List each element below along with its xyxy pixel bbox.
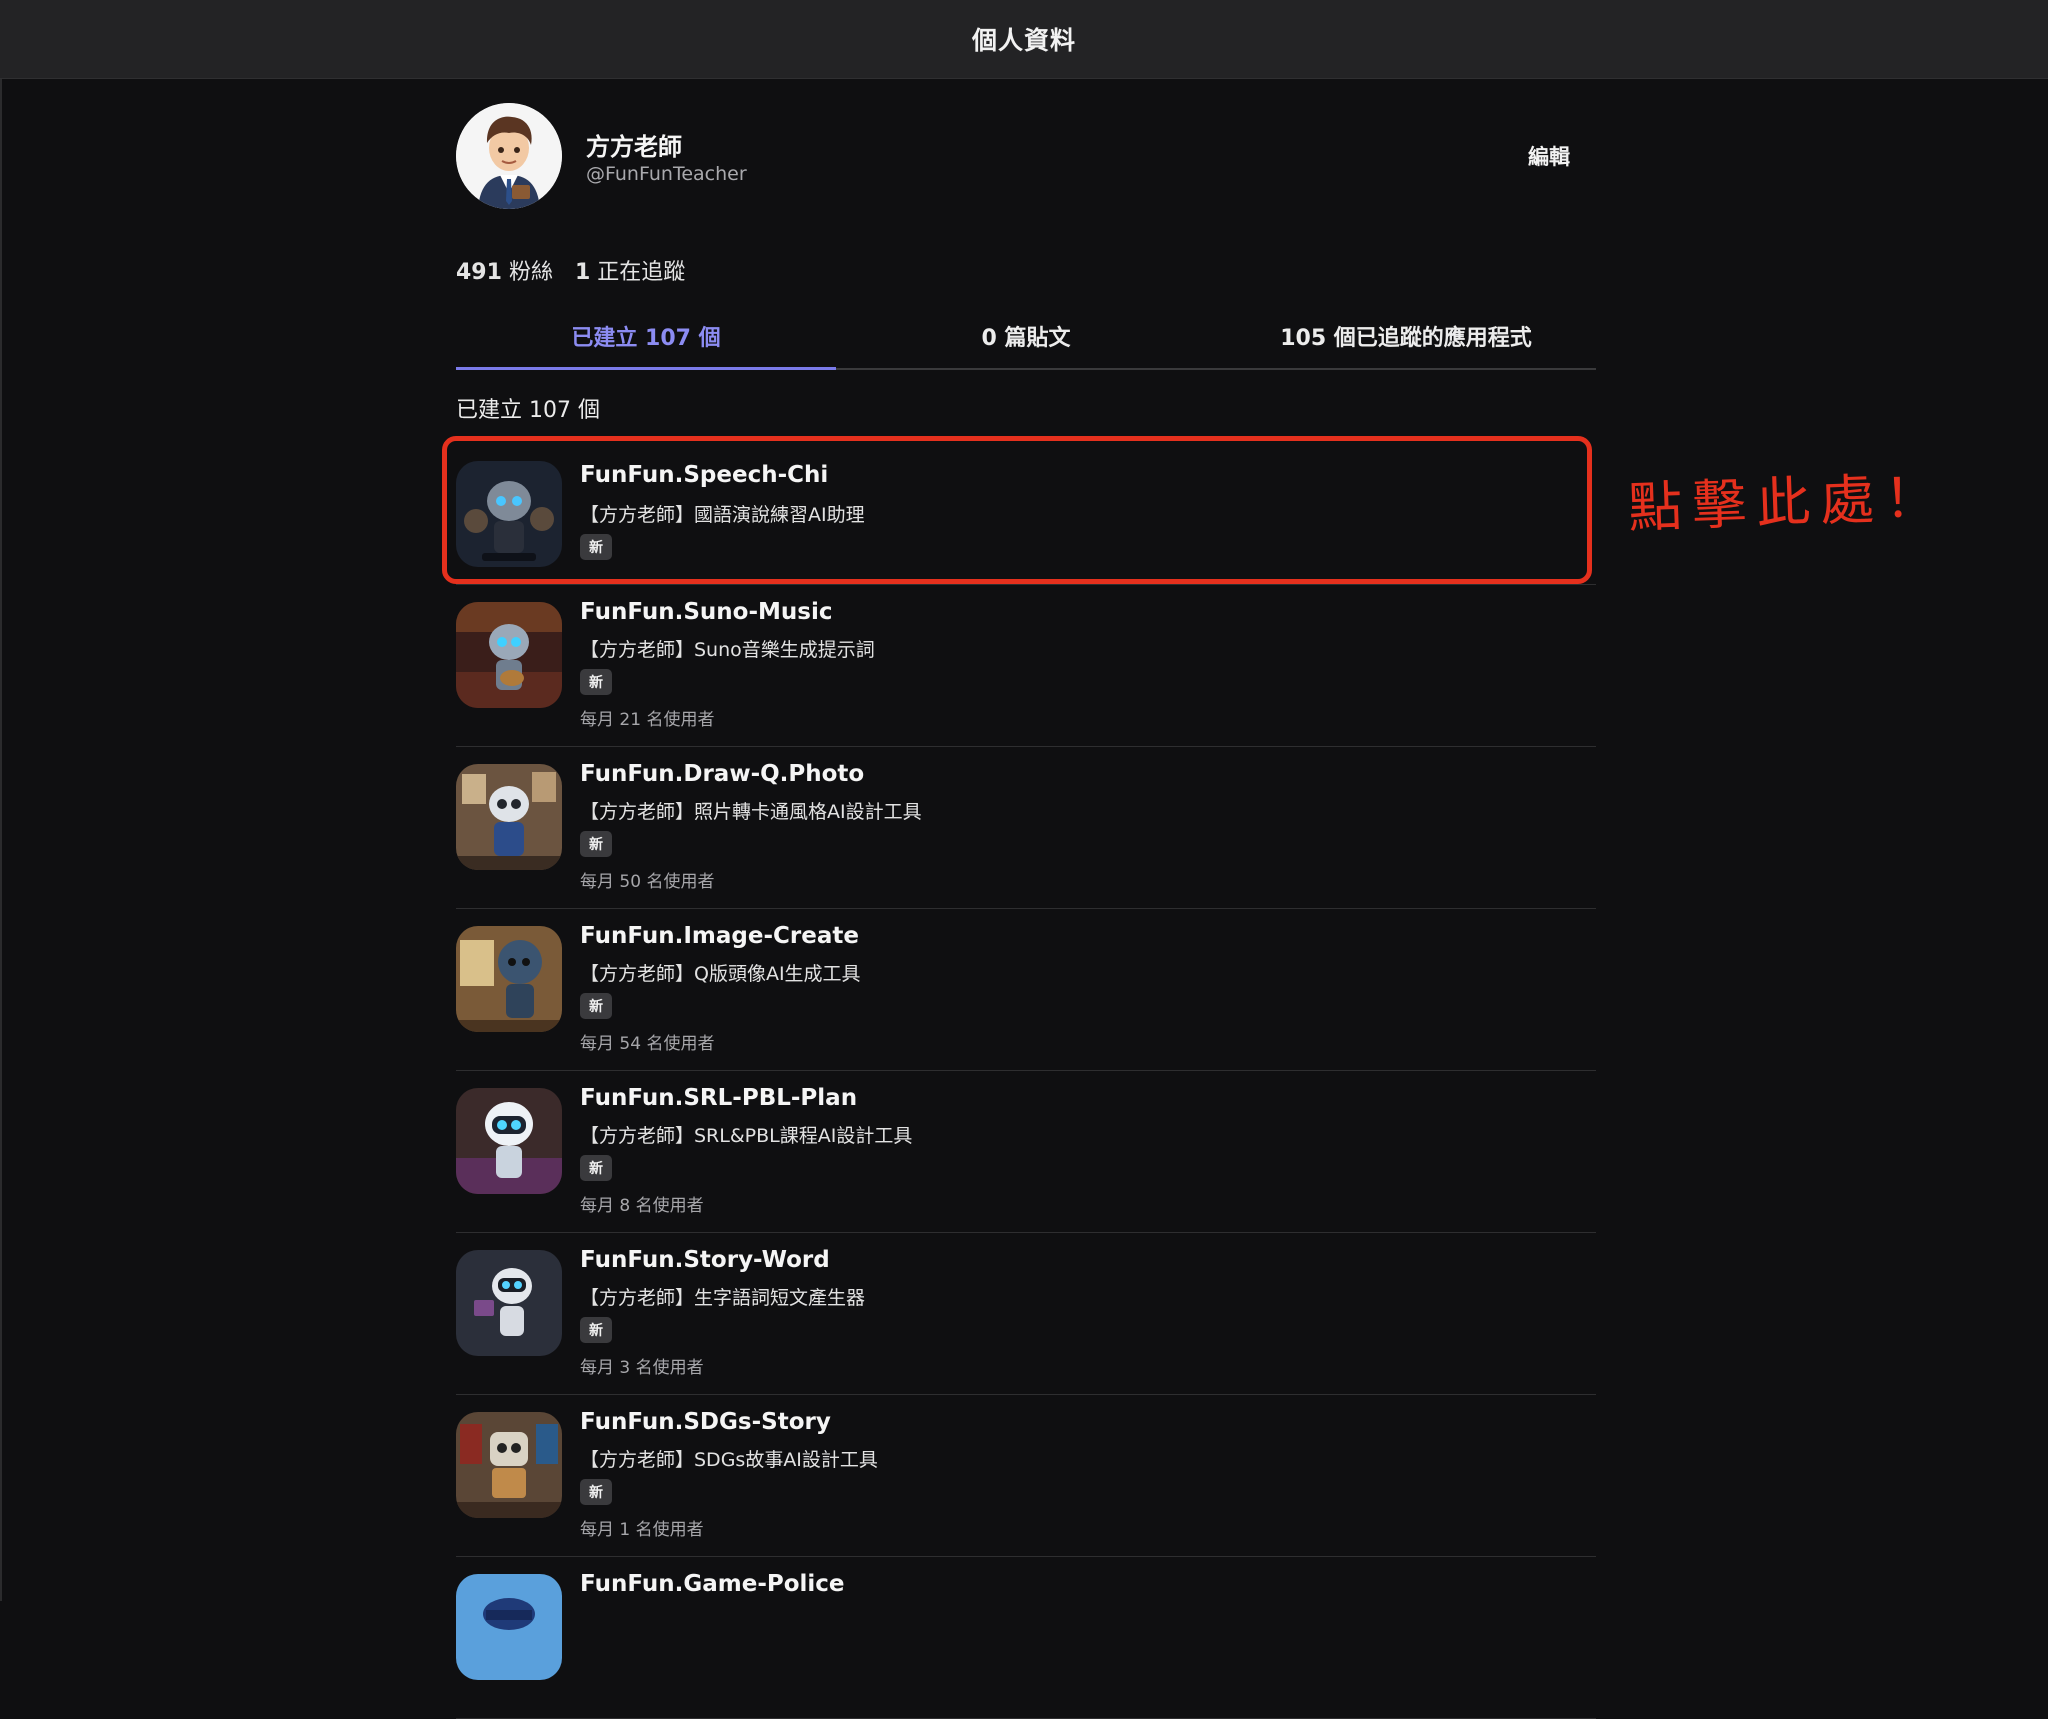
new-badge: 新 [580, 1479, 612, 1505]
planner-robot-icon [456, 1088, 562, 1194]
list-item[interactable]: FunFun.Speech-Chi 【方方老師】國語演說練習AI助理 新 [456, 444, 1596, 585]
app-title: FunFun.Speech-Chi [580, 462, 829, 488]
story-robot-icon [456, 1250, 562, 1356]
click-here-annotation: 點擊此處！ [1627, 465, 1950, 540]
list-item[interactable]: FunFun.Game-Police [456, 1557, 1596, 1719]
new-badge: 新 [580, 669, 612, 695]
teacher-avatar-icon [456, 103, 562, 209]
top-bar: 個人資料 [0, 0, 2048, 79]
new-badge: 新 [580, 993, 612, 1019]
app-thumbnail [456, 461, 562, 567]
profile-name: 方方老師 [586, 133, 682, 161]
sdgs-robot-icon [456, 1412, 562, 1518]
painter-robot-icon [456, 926, 562, 1032]
followers-stat[interactable]: 491 粉絲 [456, 254, 553, 286]
app-description: 【方方老師】生字語詞短文產生器 [580, 1287, 866, 1309]
app-title: FunFun.SRL-PBL-Plan [580, 1085, 858, 1111]
app-title: FunFun.Suno-Music [580, 599, 833, 625]
followers-label: 粉絲 [508, 260, 553, 285]
list-item[interactable]: FunFun.SRL-PBL-Plan 【方方老師】SRL&PBL課程AI設計工… [456, 1071, 1596, 1233]
app-description: 【方方老師】SDGs故事AI設計工具 [580, 1449, 878, 1471]
app-title: FunFun.Story-Word [580, 1247, 830, 1273]
monthly-users: 每月 50 名使用者 [580, 872, 715, 892]
app-description: 【方方老師】SRL&PBL課程AI設計工具 [580, 1125, 913, 1147]
page-title: 個人資料 [971, 26, 1076, 55]
new-badge: 新 [580, 534, 612, 560]
speech-robot-icon [456, 461, 562, 567]
tab-posts[interactable]: 0 篇貼文 [836, 310, 1216, 368]
app-list: FunFun.Speech-Chi 【方方老師】國語演說練習AI助理 新 Fun… [456, 444, 1596, 1719]
new-badge: 新 [580, 1155, 612, 1181]
app-description: 【方方老師】國語演說練習AI助理 [580, 504, 865, 526]
app-title: FunFun.Image-Create [580, 923, 859, 949]
avatar[interactable] [456, 103, 562, 209]
profile-stats: 491 粉絲 1 正在追蹤 [456, 254, 685, 286]
music-robot-icon [456, 602, 562, 708]
section-heading: 已建立 107 個 [456, 398, 600, 423]
monthly-users: 每月 21 名使用者 [580, 710, 715, 730]
monthly-users: 每月 3 名使用者 [580, 1358, 704, 1378]
tab-followed-apps[interactable]: 105 個已追蹤的應用程式 [1216, 310, 1596, 368]
following-stat[interactable]: 1 正在追蹤 [575, 254, 685, 286]
list-item[interactable]: FunFun.Story-Word 【方方老師】生字語詞短文產生器 新 每月 3… [456, 1233, 1596, 1395]
monthly-users: 每月 8 名使用者 [580, 1196, 704, 1216]
monthly-users: 每月 54 名使用者 [580, 1034, 715, 1054]
app-thumbnail [456, 1412, 562, 1518]
list-item[interactable]: FunFun.Image-Create 【方方老師】Q版頭像AI生成工具 新 每… [456, 909, 1596, 1071]
following-label: 正在追蹤 [597, 260, 686, 285]
app-thumbnail [456, 1088, 562, 1194]
app-thumbnail [456, 926, 562, 1032]
app-thumbnail [456, 1250, 562, 1356]
app-description: 【方方老師】照片轉卡通風格AI設計工具 [580, 801, 922, 823]
police-robot-icon [456, 1574, 562, 1680]
monthly-users: 每月 1 名使用者 [580, 1520, 704, 1540]
new-badge: 新 [580, 831, 612, 857]
app-title: FunFun.SDGs-Story [580, 1409, 831, 1435]
profile-handle: @FunFunTeacher [586, 163, 747, 185]
followers-count: 491 [456, 260, 502, 285]
profile-tabs: 已建立 107 個 0 篇貼文 105 個已追蹤的應用程式 [456, 310, 1596, 370]
app-title: FunFun.Draw-Q.Photo [580, 761, 865, 787]
list-item[interactable]: FunFun.Draw-Q.Photo 【方方老師】照片轉卡通風格AI設計工具 … [456, 747, 1596, 909]
tab-created[interactable]: 已建立 107 個 [456, 310, 836, 370]
profile-header: 方方老師 @FunFunTeacher 編輯 [456, 103, 1596, 213]
app-thumbnail [456, 1574, 562, 1680]
new-badge: 新 [580, 1317, 612, 1343]
list-item[interactable]: FunFun.Suno-Music 【方方老師】Suno音樂生成提示詞 新 每月… [456, 585, 1596, 747]
list-item[interactable]: FunFun.SDGs-Story 【方方老師】SDGs故事AI設計工具 新 每… [456, 1395, 1596, 1557]
photo-robot-icon [456, 764, 562, 870]
app-title: FunFun.Game-Police [580, 1571, 845, 1597]
app-thumbnail [456, 602, 562, 708]
following-count: 1 [574, 260, 591, 285]
app-thumbnail [456, 764, 562, 870]
app-description: 【方方老師】Suno音樂生成提示詞 [580, 639, 875, 661]
app-description: 【方方老師】Q版頭像AI生成工具 [580, 963, 861, 985]
edit-profile-button[interactable]: 編輯 [1528, 141, 1570, 171]
window-edge [0, 0, 2, 1601]
